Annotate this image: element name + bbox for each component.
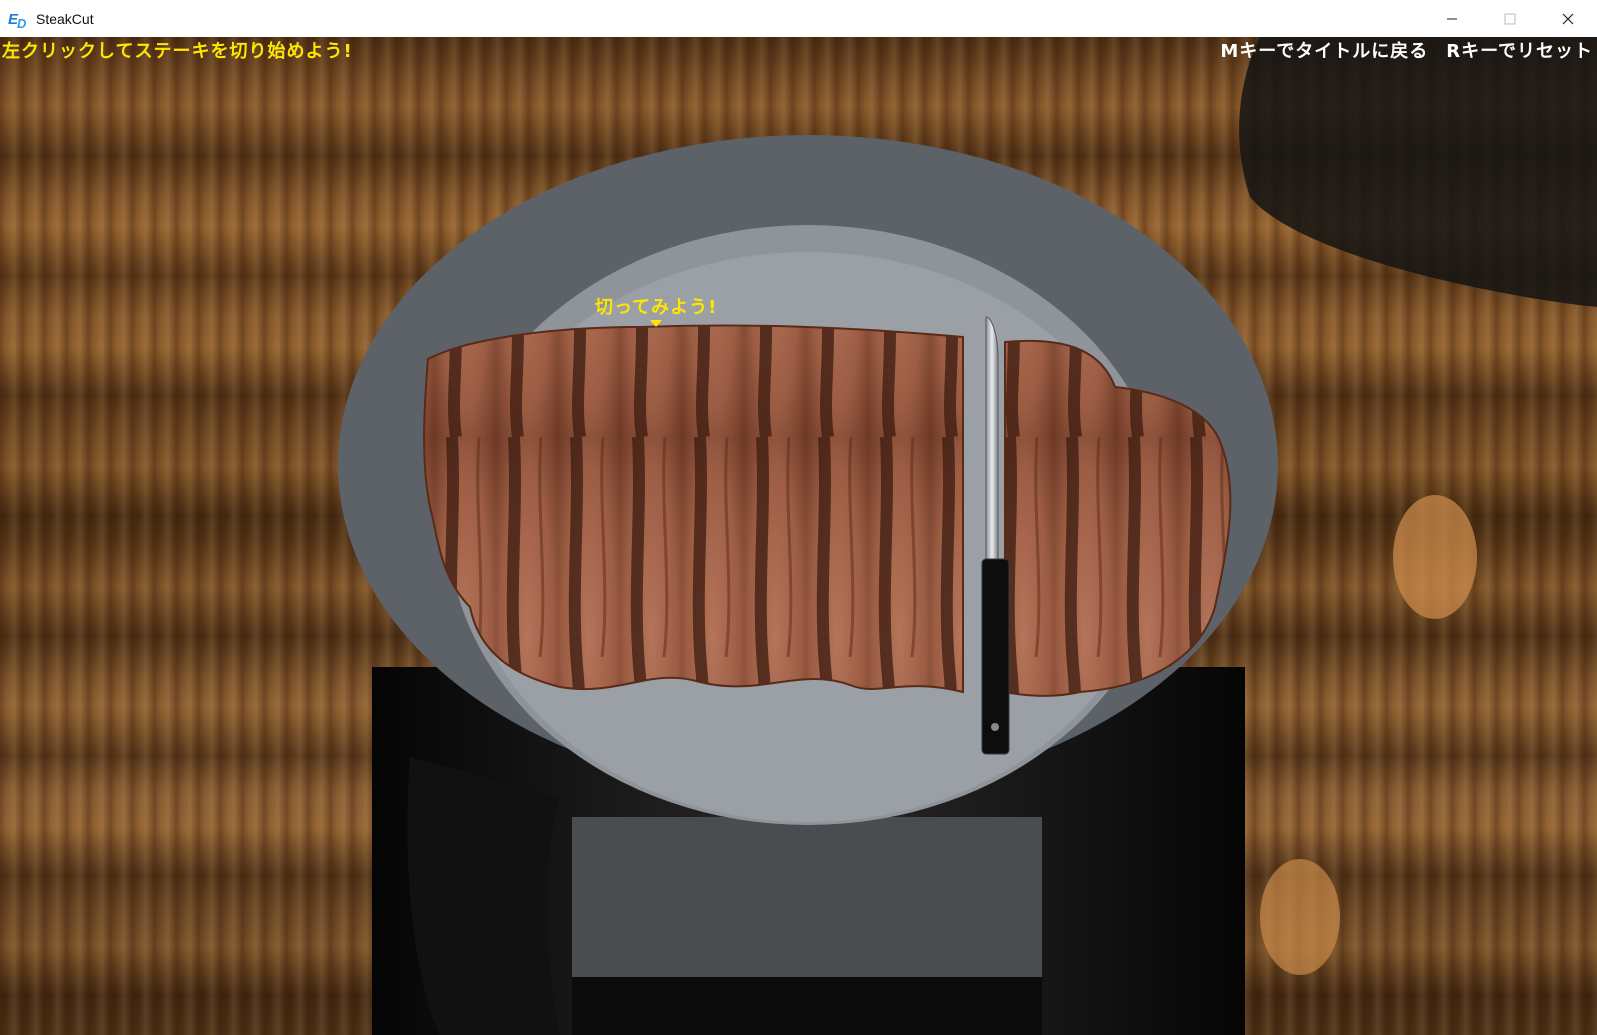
app-icon: E D [8, 9, 30, 31]
key-hints: Mキーでタイトルに戻る Rキーでリセット [1202, 37, 1593, 63]
game-viewport[interactable]: 左クリックしてステーキを切り始めよう! Mキーでタイトルに戻る Rキーでリセット … [0, 37, 1597, 1035]
minimize-icon [1447, 18, 1457, 19]
menu-hint-text: Mキーでタイトルに戻る [1220, 41, 1429, 62]
window-title: SteakCut [36, 10, 94, 27]
maximize-icon [1504, 13, 1516, 24]
wood-knot [1260, 859, 1340, 975]
minimize-button[interactable] [1423, 0, 1481, 37]
title-bar: E D SteakCut [0, 0, 1597, 37]
wood-knot [1393, 495, 1477, 619]
cut-hint-arrow-icon [650, 320, 662, 327]
steak-left-piece[interactable] [423, 324, 964, 694]
svg-text:D: D [17, 16, 27, 29]
dark-object [1239, 37, 1597, 307]
instruction-text: 左クリックしてステーキを切り始めよう! [2, 41, 353, 62]
cut-hint-label: 切ってみよう! [595, 297, 718, 318]
maximize-button[interactable] [1481, 0, 1539, 37]
game-scene[interactable] [0, 37, 1597, 1035]
reset-hint-text: Rキーでリセット [1446, 41, 1593, 62]
close-icon [1562, 13, 1574, 24]
close-button[interactable] [1539, 0, 1597, 37]
